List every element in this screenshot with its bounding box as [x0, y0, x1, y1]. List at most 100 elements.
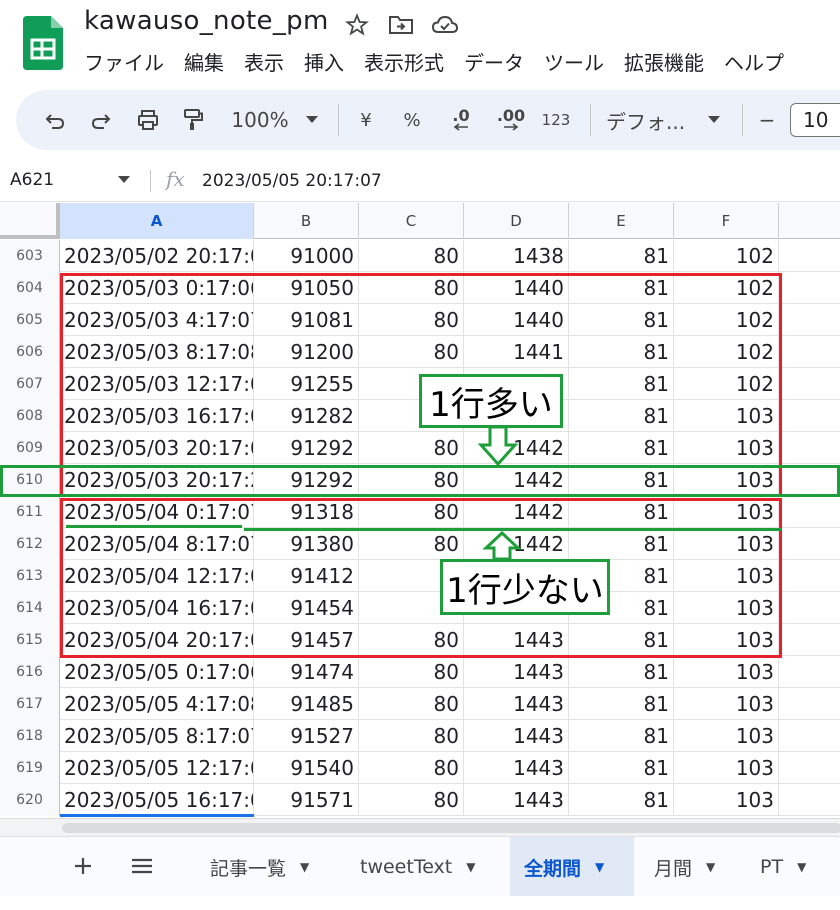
- cell-d[interactable]: 1443: [464, 656, 569, 688]
- tab-menu-caret-icon[interactable]: ▼: [797, 860, 806, 874]
- all-sheets-icon[interactable]: [130, 851, 154, 884]
- row-header[interactable]: 615: [0, 624, 60, 656]
- menu-format[interactable]: 表示形式: [364, 47, 444, 76]
- cell-b[interactable]: 91474: [254, 656, 359, 688]
- cell-f[interactable]: 103: [674, 752, 779, 784]
- cell-e[interactable]: 81: [569, 752, 674, 784]
- sheet-tab-articles[interactable]: 記事一覧 ▼: [196, 837, 336, 897]
- cell-c[interactable]: 80: [359, 784, 464, 816]
- column-header-e[interactable]: E: [569, 203, 674, 239]
- redo-icon[interactable]: [86, 90, 116, 150]
- row-header[interactable]: 612: [0, 528, 60, 560]
- cell-d[interactable]: 1443: [464, 784, 569, 816]
- row-header[interactable]: 603: [0, 240, 60, 272]
- cell-e[interactable]: 81: [569, 656, 674, 688]
- cell-c[interactable]: 80: [359, 240, 464, 272]
- tab-menu-caret-icon[interactable]: ▼: [300, 860, 309, 874]
- cell-f[interactable]: 103: [674, 720, 779, 752]
- paint-format-icon[interactable]: [178, 90, 208, 150]
- font-dropdown-icon[interactable]: [704, 90, 724, 150]
- row-header[interactable]: 616: [0, 656, 60, 688]
- name-box[interactable]: A621: [10, 170, 54, 190]
- cell-a[interactable]: 2023/05/05 8:17:07: [60, 720, 254, 752]
- number-format-button[interactable]: 123: [542, 111, 571, 129]
- row-header[interactable]: 618: [0, 720, 60, 752]
- cell-b[interactable]: 91527: [254, 720, 359, 752]
- font-size-input[interactable]: 10: [790, 103, 840, 137]
- currency-format-button[interactable]: ¥: [360, 110, 371, 131]
- row-header[interactable]: 605: [0, 304, 60, 336]
- row-header[interactable]: 606: [0, 336, 60, 368]
- cell-b[interactable]: 91540: [254, 752, 359, 784]
- decrease-font-size-button[interactable]: −: [759, 108, 776, 132]
- cell-e[interactable]: 81: [569, 240, 674, 272]
- row-header[interactable]: 611: [0, 496, 60, 528]
- sheet-tab-monthly[interactable]: 月間 ▼: [640, 837, 740, 897]
- tab-menu-caret-icon[interactable]: ▼: [595, 860, 604, 874]
- name-box-dropdown-icon[interactable]: [118, 176, 130, 184]
- cell-c[interactable]: 80: [359, 752, 464, 784]
- row-header[interactable]: 620: [0, 784, 60, 816]
- zoom-dropdown-icon[interactable]: [302, 90, 322, 150]
- column-header-a[interactable]: A: [60, 203, 254, 239]
- cell-a[interactable]: 2023/05/05 0:17:06: [60, 656, 254, 688]
- menu-view[interactable]: 表示: [244, 47, 284, 76]
- sheet-tab-tweettext[interactable]: tweetText ▼: [346, 837, 504, 897]
- add-sheet-icon[interactable]: [72, 851, 94, 884]
- move-to-folder-icon[interactable]: [386, 10, 416, 40]
- star-icon[interactable]: [342, 10, 372, 40]
- tab-menu-caret-icon[interactable]: ▼: [466, 860, 475, 874]
- cell-a[interactable]: 2023/05/05 16:17:07: [60, 784, 254, 816]
- print-icon[interactable]: [132, 90, 164, 150]
- row-header[interactable]: 608: [0, 400, 60, 432]
- font-family-select[interactable]: デフォ...: [606, 106, 685, 135]
- sheet-tab-all-period[interactable]: 全期間 ▼: [510, 837, 634, 897]
- cell-e[interactable]: 81: [569, 688, 674, 720]
- cell-c[interactable]: 80: [359, 720, 464, 752]
- undo-icon[interactable]: [40, 90, 70, 150]
- select-all-corner[interactable]: [0, 203, 60, 239]
- horizontal-scrollbar[interactable]: [0, 818, 840, 836]
- sheets-logo-icon[interactable]: [23, 16, 63, 70]
- menu-insert[interactable]: 挿入: [304, 47, 344, 76]
- column-header-f[interactable]: F: [674, 203, 779, 239]
- row-header[interactable]: 614: [0, 592, 60, 624]
- cell-f[interactable]: 102: [674, 240, 779, 272]
- column-header-b[interactable]: B: [254, 203, 359, 239]
- cell-d[interactable]: 1443: [464, 752, 569, 784]
- row-header[interactable]: 607: [0, 368, 60, 400]
- spreadsheet-grid[interactable]: A B C D E F 6032023/05/02 20:17:06910008…: [0, 203, 840, 818]
- document-title[interactable]: kawauso_note_pm: [84, 6, 329, 36]
- row-header[interactable]: 619: [0, 752, 60, 784]
- cell-a[interactable]: 2023/05/05 12:17:07: [60, 752, 254, 784]
- cell-f[interactable]: 103: [674, 784, 779, 816]
- menu-data[interactable]: データ: [464, 47, 524, 76]
- cell-a[interactable]: 2023/05/02 20:17:06: [60, 240, 254, 272]
- cell-b[interactable]: 91485: [254, 688, 359, 720]
- zoom-level[interactable]: 100%: [231, 108, 288, 132]
- row-header[interactable]: 609: [0, 432, 60, 464]
- menu-edit[interactable]: 編集: [184, 47, 224, 76]
- cell-b[interactable]: 91000: [254, 240, 359, 272]
- menu-tools[interactable]: ツール: [544, 47, 604, 76]
- percent-format-button[interactable]: %: [403, 110, 420, 131]
- menu-file[interactable]: ファイル: [84, 47, 164, 76]
- column-header-c[interactable]: C: [359, 203, 464, 239]
- cell-d[interactable]: 1443: [464, 720, 569, 752]
- cell-c[interactable]: 80: [359, 656, 464, 688]
- cell-d[interactable]: 1438: [464, 240, 569, 272]
- cell-c[interactable]: 80: [359, 688, 464, 720]
- tab-menu-caret-icon[interactable]: ▼: [706, 860, 715, 874]
- cell-a[interactable]: 2023/05/05 4:17:08: [60, 688, 254, 720]
- cell-f[interactable]: 103: [674, 656, 779, 688]
- sheet-tab-pt[interactable]: PT ▼: [746, 837, 840, 897]
- formula-input[interactable]: 2023/05/05 20:17:07: [202, 171, 382, 191]
- menu-extensions[interactable]: 拡張機能: [624, 47, 704, 76]
- row-header[interactable]: 617: [0, 688, 60, 720]
- cell-e[interactable]: 81: [569, 720, 674, 752]
- decrease-decimal-button[interactable]: .0: [444, 90, 478, 150]
- increase-decimal-button[interactable]: .00: [492, 90, 530, 150]
- cell-b[interactable]: 91571: [254, 784, 359, 816]
- scrollbar-thumb[interactable]: [62, 823, 840, 833]
- row-header[interactable]: 604: [0, 272, 60, 304]
